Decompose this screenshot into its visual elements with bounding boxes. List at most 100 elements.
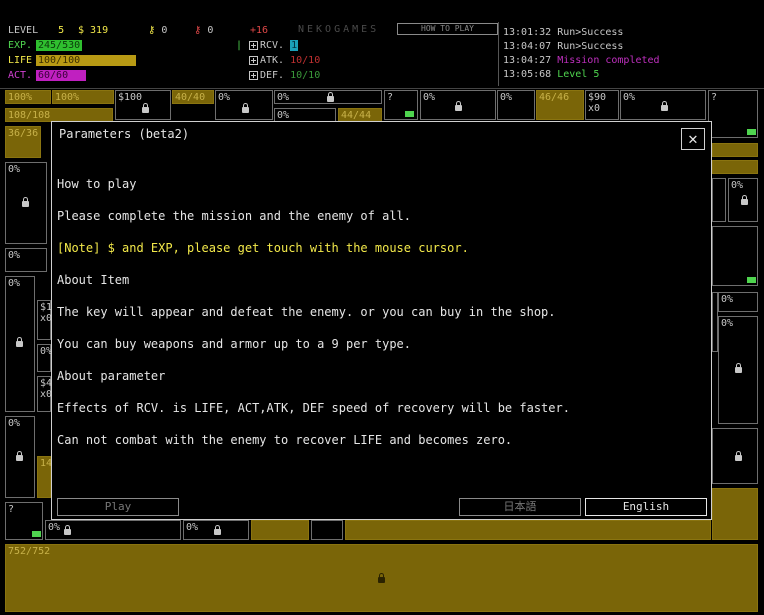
key-counter-1: ⚷ 0 [148,25,167,36]
log-time: 13:04:27 [503,55,552,66]
act-bar: 60/60 [36,70,86,81]
key-icon: ⚷ [194,25,202,36]
help-line: The key will appear and defeat the enemy… [57,305,556,319]
lock-icon [16,337,23,347]
help-line: You can buy weapons and armor up to a 9 … [57,337,412,351]
bonus-readout: +16 [250,25,269,36]
map-cell[interactable]: $1 x0 [37,300,52,340]
lock-icon [16,451,23,461]
map-cell[interactable] [712,488,758,540]
lock-icon [242,103,249,113]
monitor-icon [405,111,414,117]
play-button[interactable]: Play [57,498,179,516]
atk-value: 10/10 [290,55,321,66]
map-cell[interactable]: 44/44 [338,108,382,122]
map-cell[interactable]: 0% [497,90,535,120]
close-icon: ✕ [688,129,698,148]
map-cell[interactable]: 0% [718,292,758,312]
log-divider [498,22,499,86]
map-cell[interactable]: 0% [274,108,336,122]
lock-icon [214,525,221,535]
help-line: Please complete the mission and the enem… [57,209,412,223]
map-cell[interactable]: 108/108 [5,108,113,122]
log-message: Run>Success [557,27,624,38]
map-cell[interactable]: $4 x0 [37,376,52,412]
lock-icon [142,103,149,113]
map-cell[interactable]: 14 [37,456,52,498]
log-entry: 13:01:32 Run>Success [503,27,623,38]
level-readout: LEVEL 5 [8,25,64,36]
plus-icon[interactable] [249,40,258,50]
lock-icon [661,101,668,111]
map-cell[interactable]: 752/752 [5,544,758,612]
map-cell[interactable] [311,520,343,540]
lock-icon [455,101,462,111]
map-cell[interactable]: ? [708,90,758,138]
help-line: About Item [57,273,130,287]
brand-logo: NEKOGAMES [298,24,379,35]
map-cell[interactable]: $90 x0 [585,90,619,120]
map-cell[interactable]: 0% [37,344,52,372]
map-cell[interactable]: 0% [215,90,273,120]
map-cell[interactable]: 0% [728,178,758,222]
help-line: About parameter [57,369,166,383]
help-line: Can not combat with the enemy to recover… [57,433,513,447]
map-cell[interactable]: 40/40 [172,90,214,104]
map-cell[interactable]: 0% [45,520,181,540]
atk-label: ATK. [260,55,285,66]
def-stat: DEF. 10/10 [249,70,320,81]
map-cell[interactable] [712,160,758,174]
map-cell[interactable] [251,520,309,540]
rcv-stat: RCV. 1 [249,40,299,51]
help-note: [Note] $ and EXP, please get touch with … [57,241,469,255]
log-time: 13:05:68 [503,69,552,80]
map-cell[interactable]: ? [5,502,43,540]
rcv-label: RCV. [260,40,285,51]
atk-stat: ATK. 10/10 [249,55,320,66]
life-bar-text: 100/100 [38,55,81,66]
map-cell[interactable] [345,520,711,540]
log-entry: 13:04:27 Mission completed [503,55,660,66]
map-cell[interactable]: 0% [274,90,382,104]
close-button[interactable]: ✕ [681,128,705,150]
hud-separator [0,88,764,89]
key-counter-2: ⚷ 0 [194,25,213,36]
map-cell[interactable] [712,428,758,484]
log-entry: 13:04:07 Run>Success [503,41,623,52]
how-to-play-button[interactable]: HOW TO PLAY [397,23,498,35]
map-cell[interactable]: 0% [5,162,47,244]
key-icon: ⚷ [148,25,156,36]
brand-text: NEKOGAMES [298,24,380,35]
map-cell[interactable] [712,178,726,222]
map-cell[interactable]: 0% [5,416,35,498]
map-cell[interactable]: ? [384,90,418,120]
exp-bar: 245/530 [36,40,136,51]
log-time: 13:04:07 [503,41,552,52]
plus-icon[interactable] [249,70,258,80]
level-label: LEVEL [8,25,39,36]
map-cell[interactable]: 100% [52,90,114,104]
def-label: DEF. [260,70,285,81]
act-label: ACT. [8,70,33,81]
map-cell[interactable]: 0% [5,276,35,412]
monitor-icon [747,129,756,135]
lock-icon [735,363,742,373]
lock-icon [741,195,748,205]
exp-bar-text: 245/530 [38,40,81,51]
map-cell[interactable] [712,143,758,157]
map-cell[interactable]: 100% [5,90,51,104]
map-cell[interactable]: 0% [183,520,249,540]
map-cell[interactable]: 0% [718,316,758,424]
map-cell[interactable] [712,226,758,286]
map-cell[interactable]: 0% [620,90,706,120]
map-cell[interactable]: 0% [5,248,47,272]
japanese-button[interactable]: 日本語 [459,498,581,516]
map-cell[interactable]: 46/46 [536,90,584,120]
plus-icon[interactable] [249,55,258,65]
map-cell[interactable]: 36/36 [5,126,41,158]
map-cell[interactable]: 0% [420,90,496,120]
def-value: 10/10 [290,70,321,81]
lock-icon [378,573,385,583]
map-cell[interactable]: $100 [115,90,171,120]
english-button[interactable]: English [585,498,707,516]
